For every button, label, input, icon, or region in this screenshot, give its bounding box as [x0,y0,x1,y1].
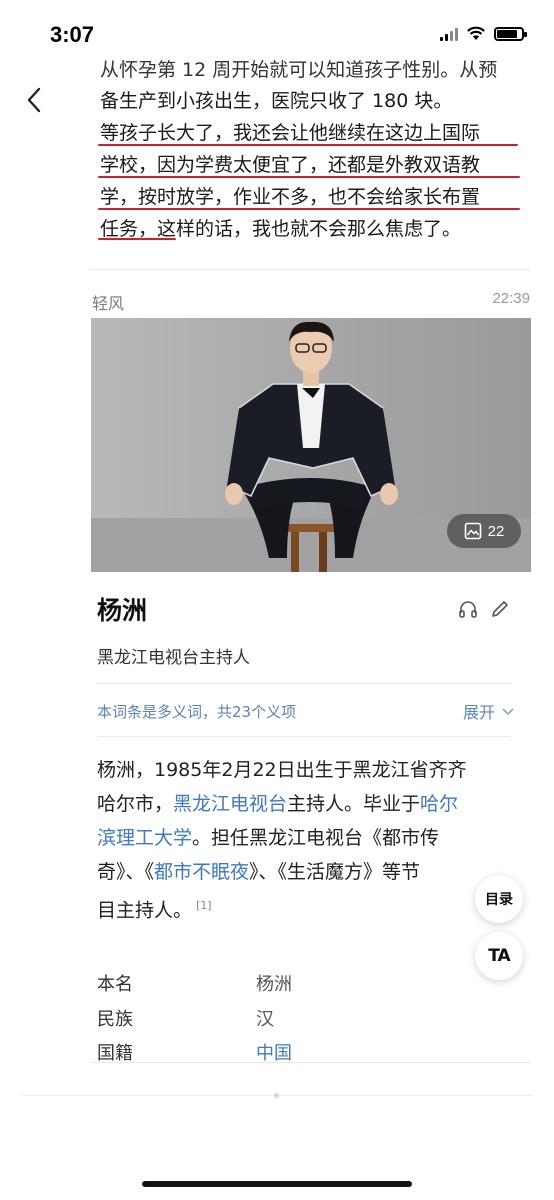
back-button[interactable] [14,80,54,120]
reference-mark[interactable]: [1] [196,899,212,912]
message-time: 22:39 [492,290,530,307]
intro-text: 。担任黑龙江电视台《都市传 [192,827,440,849]
message-line: 备生产到小孩出生，医院只收了 180 块。 [100,90,453,112]
hero-photo[interactable]: 22 [91,318,531,572]
battery-fill [497,29,518,38]
photo-count: 22 [487,522,505,540]
info-key: 民族 [97,1009,133,1030]
photo-count-badge[interactable]: 22 [447,514,521,548]
polysemy-note[interactable]: 本词条是多义词，共23个义项 [97,701,296,722]
edit-button[interactable] [489,598,511,620]
toc-button[interactable]: 目录 [475,875,523,923]
bottom-dot [274,1093,279,1098]
listen-button[interactable] [457,598,479,620]
intro-text: 》、《生活魔方》等节 [249,861,421,883]
entry-title: 杨洲 [97,596,148,625]
ta-label: TA [488,946,510,966]
message-card: 从怀孕第 12 周开始就可以知道孩子性别。从预 备生产到小孩出生，医院只收了 1… [90,52,530,270]
ta-button[interactable]: TA [475,932,523,980]
info-value-link[interactable]: 中国 [256,1039,292,1062]
link-heilongjiang-tv[interactable]: 黑龙江电视台 [173,793,287,815]
underline-mark [98,238,176,240]
info-key: 本名 [97,974,133,995]
wifi-icon [467,26,485,40]
link-harbin-univ[interactable]: 滨理工大学 [97,827,192,849]
entry-subtitle: 黑龙江电视台主持人 [97,648,250,668]
divider [97,736,511,737]
divider [97,683,511,684]
intro-text: 目主持人。 [97,899,193,922]
link-dushi-buye[interactable]: 都市不眠夜 [154,861,249,883]
toc-label: 目录 [485,892,513,908]
status-time: 3:07 [50,22,95,47]
chevron-left-icon [27,87,41,113]
expand-label: 展开 [463,703,496,722]
intro-line: 杨洲，1985年2月22日出生于黑龙江省齐齐 [97,755,467,785]
expand-button[interactable]: 展开 [463,699,515,723]
pencil-icon [492,601,508,617]
intro-line: 哈尔市，黑龙江电视台主持人。毕业于哈尔 [97,789,458,819]
intro-line: 奇》、《都市不眠夜》、《生活魔方》等节 [97,857,420,887]
link-harbin-univ[interactable]: 哈尔 [420,793,458,815]
baike-card[interactable]: 22 杨洲 黑龙江电视台主持人 本词条是多义词，共23个义项 展开 杨洲，198… [91,318,531,1063]
intro-text: 哈尔市， [97,793,174,815]
chevron-down-icon [502,708,514,716]
intro-line: 滨理工大学。担任黑龙江电视台《都市传 [97,823,439,853]
intro-text: 奇》、《 [97,861,155,883]
info-value: 汉 [256,1009,274,1030]
status-icons [440,26,527,41]
underline-mark [98,176,520,178]
underline-mark [98,144,518,146]
intro-text: 杨洲，1985年2月22日出生于黑龙江省齐齐 [97,759,467,781]
home-indicator[interactable] [142,1181,412,1187]
intro-line: 目主持人。 [1] [97,891,212,925]
intro-text: 主持人。毕业于 [287,793,421,815]
headphones-icon [459,601,477,618]
message-line: 从怀孕第 12 周开始就可以知道孩子性别。从预 [100,59,498,81]
info-value: 杨洲 [256,974,292,995]
sender-name: 轻风 [92,294,125,313]
gallery-icon [464,522,481,540]
battery-icon [494,26,527,41]
cellular-signal-icon [440,27,458,41]
underline-mark [98,208,520,210]
info-key: 国籍 [97,1043,133,1063]
